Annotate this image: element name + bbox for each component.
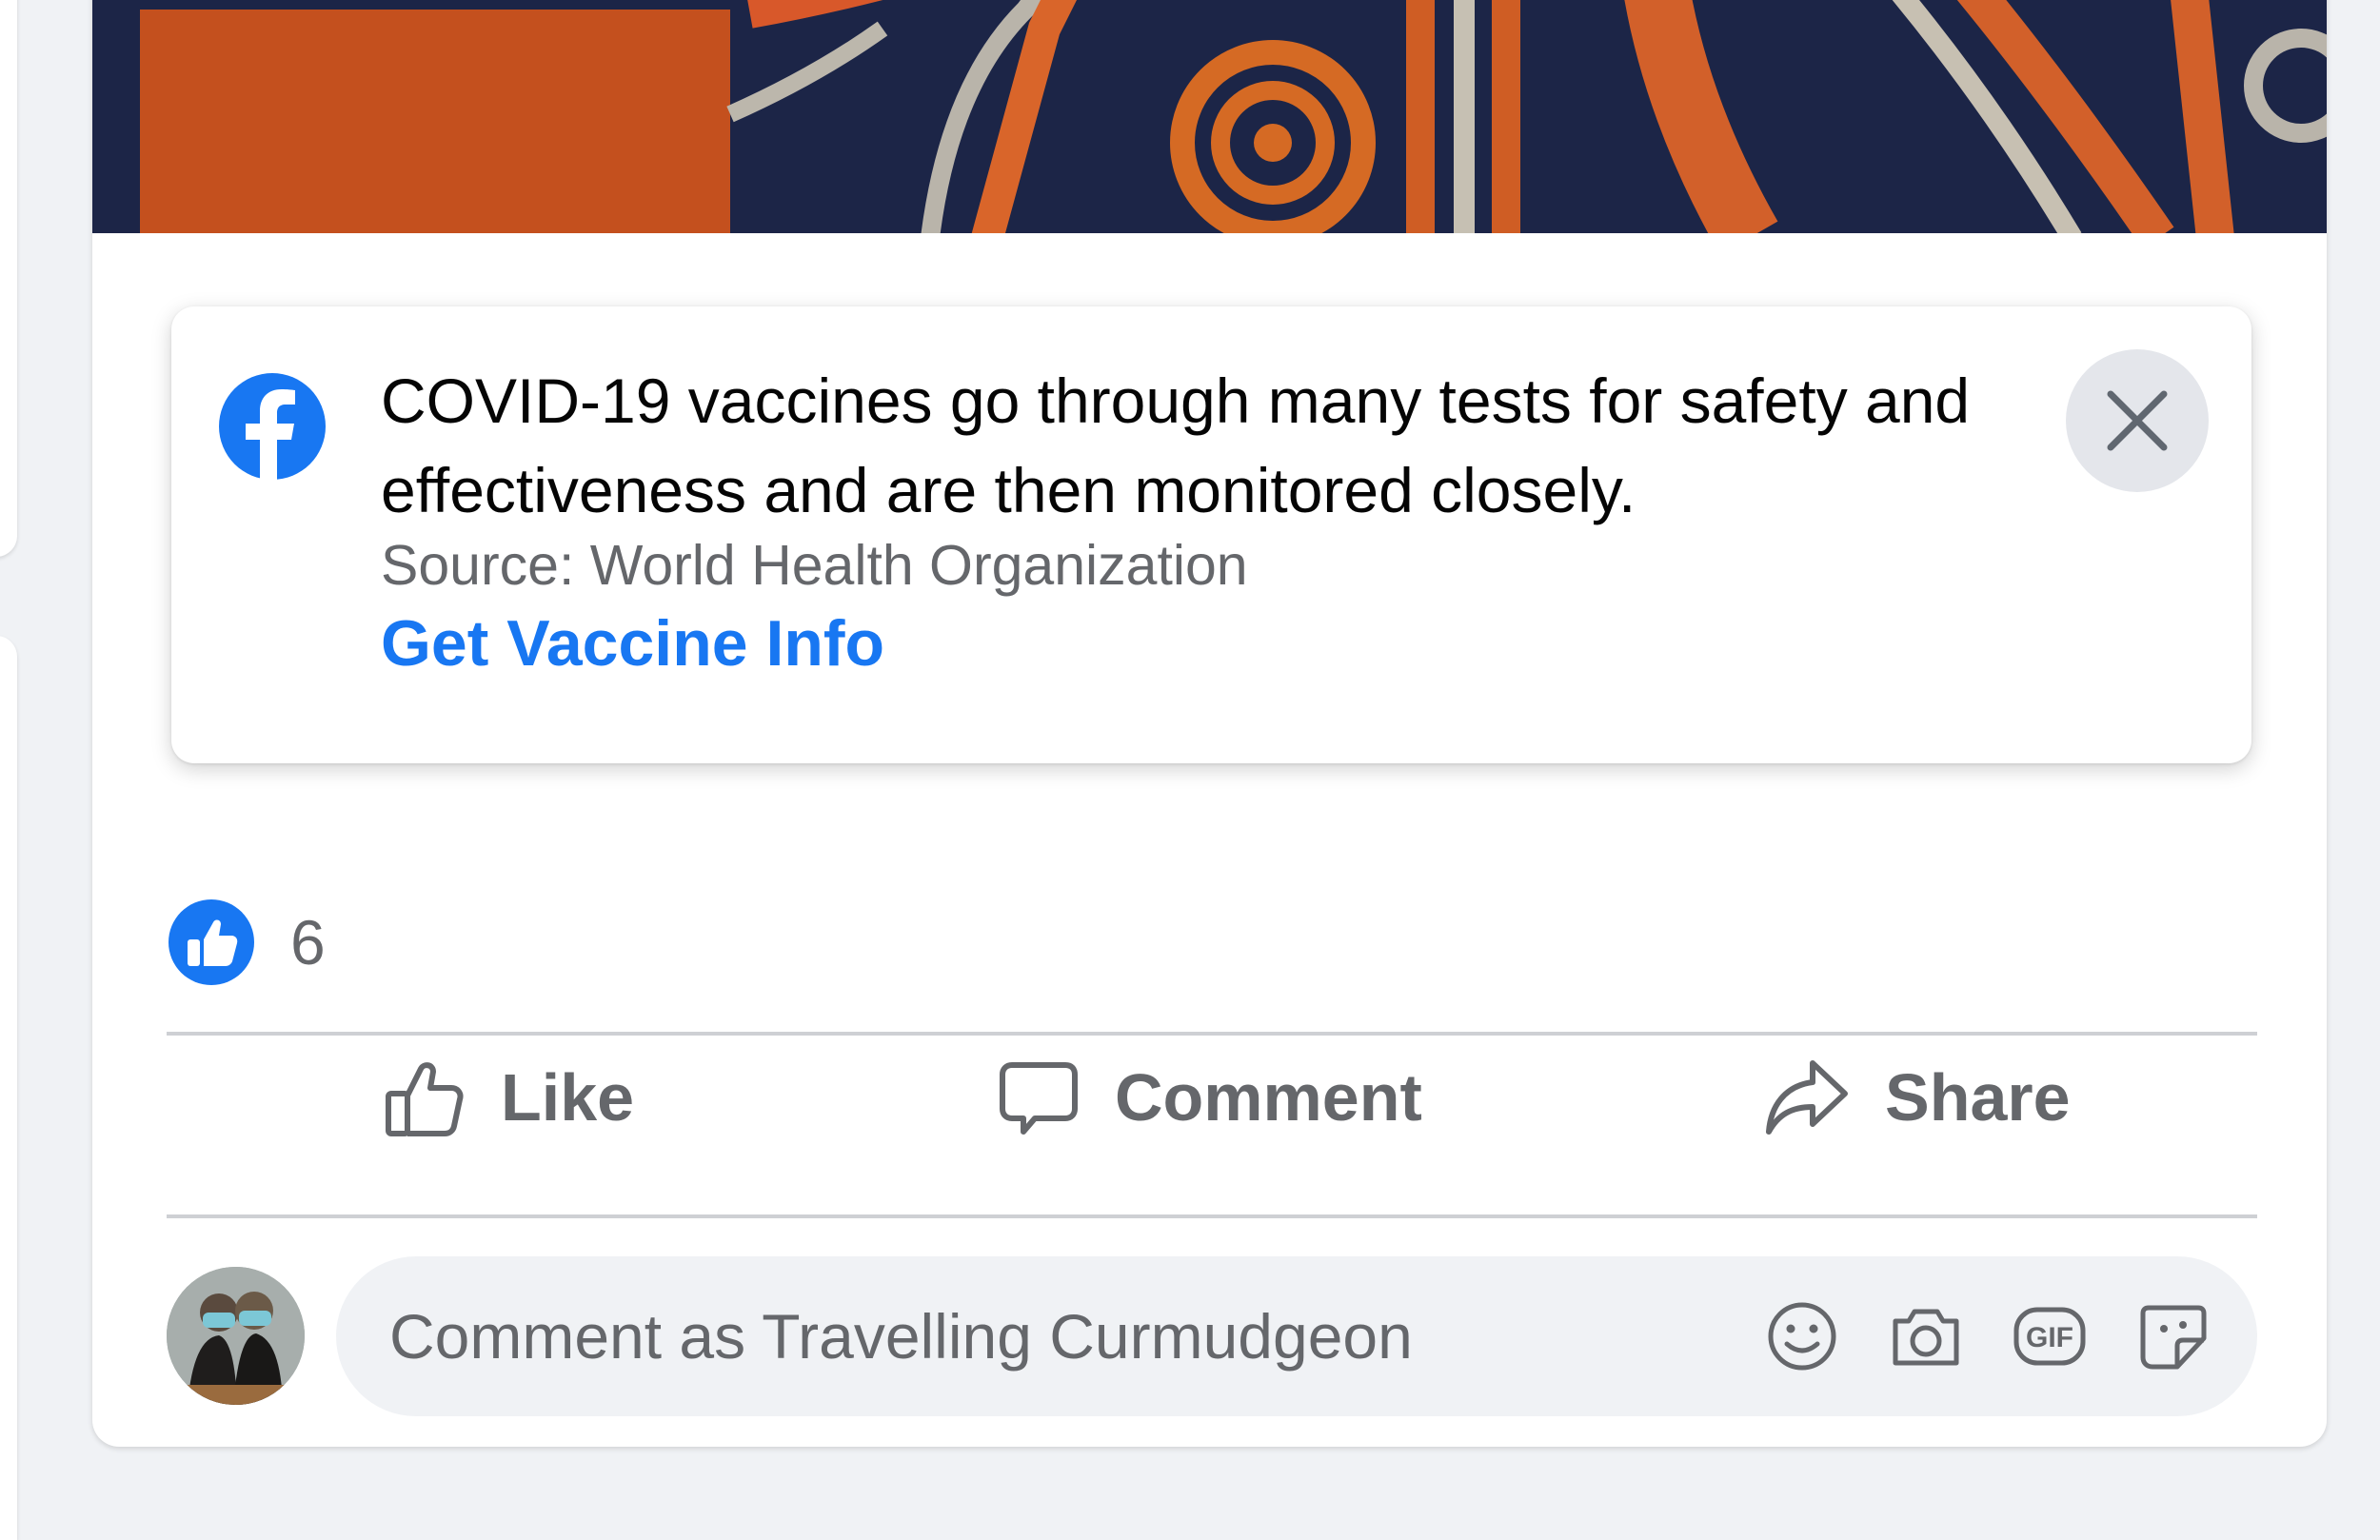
avatar[interactable] xyxy=(167,1267,305,1405)
like-reaction-icon xyxy=(169,899,254,985)
close-icon xyxy=(2107,390,2168,451)
comment-button[interactable]: Comment xyxy=(997,1047,1422,1147)
reaction-count: 6 xyxy=(290,907,326,977)
like-button[interactable]: Like xyxy=(383,1047,634,1147)
share-label: Share xyxy=(1885,1059,2071,1135)
reaction-summary[interactable]: 6 xyxy=(169,899,326,985)
sticker-icon[interactable] xyxy=(2135,1298,2211,1374)
camera-icon[interactable] xyxy=(1888,1298,1964,1374)
emoji-icon[interactable] xyxy=(1764,1298,1840,1374)
notice-message: COVID-19 vaccines go through many tests … xyxy=(381,365,1971,525)
comment-label: Comment xyxy=(1115,1059,1422,1135)
share-arrow-icon xyxy=(1766,1059,1848,1135)
post-card: COVID-19 vaccines go through many tests … xyxy=(92,0,2327,1447)
share-button[interactable]: Share xyxy=(1763,1047,2071,1147)
notice-source: Source: World Health Organization xyxy=(381,534,1248,597)
speech-bubble-icon xyxy=(1000,1061,1078,1135)
close-notice-button[interactable] xyxy=(2066,349,2209,492)
avatar-photo xyxy=(167,1267,305,1405)
like-label: Like xyxy=(501,1059,635,1135)
vaccine-info-notice: COVID-19 vaccines go through many tests … xyxy=(171,306,2251,763)
divider-bottom xyxy=(167,1214,2257,1218)
svg-text:GIF: GIF xyxy=(2026,1322,2073,1353)
facebook-logo-icon xyxy=(219,373,326,480)
get-vaccine-info-link[interactable]: Get Vaccine Info xyxy=(381,606,884,681)
thumbs-up-icon xyxy=(386,1061,464,1136)
embroidery-photo xyxy=(92,0,2327,233)
gif-icon[interactable]: GIF xyxy=(2012,1298,2088,1374)
post-image[interactable] xyxy=(92,0,2327,233)
adjacent-panel-top xyxy=(0,0,17,557)
comment-composer: GIF xyxy=(336,1256,2257,1416)
adjacent-panel-bottom xyxy=(0,636,17,1540)
divider-top xyxy=(167,1032,2257,1036)
comment-input[interactable] xyxy=(389,1256,1627,1416)
